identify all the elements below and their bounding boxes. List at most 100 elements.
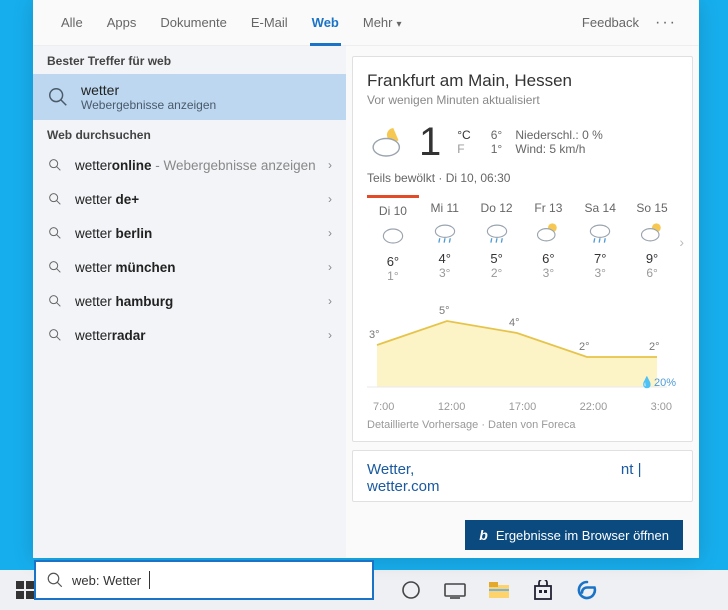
suggestion-label: wetter hamburg bbox=[75, 294, 316, 309]
chevron-right-icon: › bbox=[328, 260, 332, 274]
forecast-day-label: Sa 14 bbox=[574, 201, 626, 215]
alt-temp-f: 1° bbox=[491, 142, 509, 156]
weather-detail-footer: Detaillierte Vorhersage · Daten von Fore… bbox=[367, 419, 678, 431]
tab-all[interactable]: Alle bbox=[49, 0, 95, 46]
tab-documents[interactable]: Dokumente bbox=[148, 0, 238, 46]
chart-x-tick: 22:00 bbox=[580, 401, 608, 413]
suggestion-label: wetterradar bbox=[75, 328, 316, 343]
wind-label: Wind: 5 km/h bbox=[515, 142, 585, 156]
weather-icon bbox=[638, 219, 666, 247]
suggestion-item[interactable]: wetteronline - Webergebnisse anzeigen › bbox=[33, 148, 346, 182]
chart-x-tick: 3:00 bbox=[651, 401, 672, 413]
best-match-header: Bester Treffer für web bbox=[33, 46, 346, 74]
preview-pane: Frankfurt am Main, Hessen Vor wenigen Mi… bbox=[346, 46, 699, 558]
alt-temp-c: 6° bbox=[491, 128, 509, 142]
chart-data-label: 3° bbox=[369, 329, 380, 341]
search-panel: Alle Apps Dokumente E-Mail Web Mehr▾ Fee… bbox=[33, 0, 699, 558]
task-view-icon[interactable] bbox=[434, 570, 476, 610]
chevron-right-icon: › bbox=[328, 192, 332, 206]
forecast-high: 6° bbox=[522, 251, 574, 266]
bing-result-title: Wetter, xxxxxxxxxxxxxxxxxxxxxxxxxxxnt | … bbox=[367, 461, 678, 495]
filter-tabs: Alle Apps Dokumente E-Mail Web Mehr▾ Fee… bbox=[33, 0, 699, 46]
best-match-title: wetter bbox=[81, 82, 216, 98]
chevron-right-icon: › bbox=[328, 294, 332, 308]
forecast-high: 9° bbox=[626, 251, 678, 266]
weather-icon bbox=[379, 222, 407, 250]
forecast-day-label: Fr 13 bbox=[522, 201, 574, 215]
unit-fahrenheit[interactable]: F bbox=[457, 142, 470, 156]
search-bar[interactable]: web: Wetter bbox=[34, 560, 374, 600]
forecast-low: 2° bbox=[471, 266, 523, 280]
forecast-day[interactable]: Sa 14 7° 3° bbox=[574, 195, 626, 289]
forecast-high: 5° bbox=[471, 251, 523, 266]
tab-email[interactable]: E-Mail bbox=[239, 0, 300, 46]
suggestion-item[interactable]: wetter de+ › bbox=[33, 182, 346, 216]
search-icon bbox=[46, 571, 64, 589]
forecast-day-label: So 15 bbox=[626, 201, 678, 215]
search-icon bbox=[47, 225, 63, 241]
search-icon bbox=[47, 259, 63, 275]
more-options-icon[interactable]: ··· bbox=[649, 14, 683, 32]
suggestion-item[interactable]: wetter münchen › bbox=[33, 250, 346, 284]
weather-icon bbox=[431, 219, 459, 247]
suggestion-label: wetteronline - Webergebnisse anzeigen bbox=[75, 158, 316, 173]
feedback-link[interactable]: Feedback bbox=[572, 15, 649, 30]
suggestion-item[interactable]: wetterradar › bbox=[33, 318, 346, 352]
forecast-row: Di 10 6° 1°Mi 11 4° 3°Do 12 5° 2°Fr 13 6… bbox=[367, 195, 678, 289]
chevron-right-icon: › bbox=[328, 226, 332, 240]
weather-timestamp: Di 10, 06:30 bbox=[446, 171, 511, 185]
search-icon bbox=[47, 86, 69, 108]
bing-result-card[interactable]: Wetter, xxxxxxxxxxxxxxxxxxxxxxxxxxxnt | … bbox=[352, 450, 693, 502]
forecast-high: 6° bbox=[367, 254, 419, 269]
chart-x-tick: 7:00 bbox=[373, 401, 394, 413]
forecast-low: 1° bbox=[367, 269, 419, 283]
forecast-day[interactable]: Mi 11 4° 3° bbox=[419, 195, 471, 289]
forecast-day-label: Do 12 bbox=[471, 201, 523, 215]
cortana-icon[interactable] bbox=[390, 570, 432, 610]
text-cursor bbox=[149, 571, 150, 589]
bing-icon: b bbox=[479, 527, 488, 543]
forecast-day-label: Mi 11 bbox=[419, 201, 471, 215]
store-icon[interactable] bbox=[522, 570, 564, 610]
weather-card: Frankfurt am Main, Hessen Vor wenigen Mi… bbox=[352, 56, 693, 442]
weather-icon bbox=[586, 219, 614, 247]
chart-x-tick: 17:00 bbox=[509, 401, 537, 413]
best-match-subtitle: Webergebnisse anzeigen bbox=[81, 98, 216, 112]
current-temp: 1 bbox=[419, 122, 441, 162]
suggestion-label: wetter berlin bbox=[75, 226, 316, 241]
web-search-header: Web durchsuchen bbox=[33, 120, 346, 148]
search-icon bbox=[47, 191, 63, 207]
weather-condition: Teils bewölkt bbox=[367, 171, 435, 185]
forecast-day[interactable]: Fr 13 6° 3° bbox=[522, 195, 574, 289]
edge-icon[interactable] bbox=[566, 570, 608, 610]
precip-annotation: 💧20% bbox=[640, 376, 676, 389]
file-explorer-icon[interactable] bbox=[478, 570, 520, 610]
tab-web[interactable]: Web bbox=[300, 0, 351, 46]
open-in-browser-label: Ergebnisse im Browser öffnen bbox=[496, 528, 669, 543]
forecast-day[interactable]: So 15 9° 6° bbox=[626, 195, 678, 289]
forecast-high: 4° bbox=[419, 251, 471, 266]
tab-apps[interactable]: Apps bbox=[95, 0, 149, 46]
weather-updated: Vor wenigen Minuten aktualisiert bbox=[367, 93, 678, 107]
chart-x-tick: 12:00 bbox=[438, 401, 466, 413]
suggestion-item[interactable]: wetter hamburg › bbox=[33, 284, 346, 318]
search-icon bbox=[47, 327, 63, 343]
forecast-low: 6° bbox=[626, 266, 678, 280]
suggestion-label: wetter münchen bbox=[75, 260, 316, 275]
forecast-day[interactable]: Do 12 5° 2° bbox=[471, 195, 523, 289]
suggestion-item[interactable]: wetter berlin › bbox=[33, 216, 346, 250]
forecast-day[interactable]: Di 10 6° 1° bbox=[367, 195, 419, 289]
chevron-down-icon: ▾ bbox=[397, 19, 402, 30]
suggestion-label: wetter de+ bbox=[75, 192, 316, 207]
forecast-low: 3° bbox=[574, 266, 626, 280]
weather-icon bbox=[534, 219, 562, 247]
best-match-item[interactable]: wetter Webergebnisse anzeigen bbox=[33, 74, 346, 120]
chevron-right-icon[interactable]: › bbox=[679, 234, 684, 250]
open-in-browser-button[interactable]: b Ergebnisse im Browser öffnen bbox=[465, 520, 683, 550]
tab-more[interactable]: Mehr▾ bbox=[351, 0, 414, 46]
chevron-right-icon: › bbox=[328, 328, 332, 342]
forecast-low: 3° bbox=[419, 266, 471, 280]
weather-icon bbox=[483, 219, 511, 247]
forecast-low: 3° bbox=[522, 266, 574, 280]
unit-celsius[interactable]: °C bbox=[457, 128, 470, 142]
